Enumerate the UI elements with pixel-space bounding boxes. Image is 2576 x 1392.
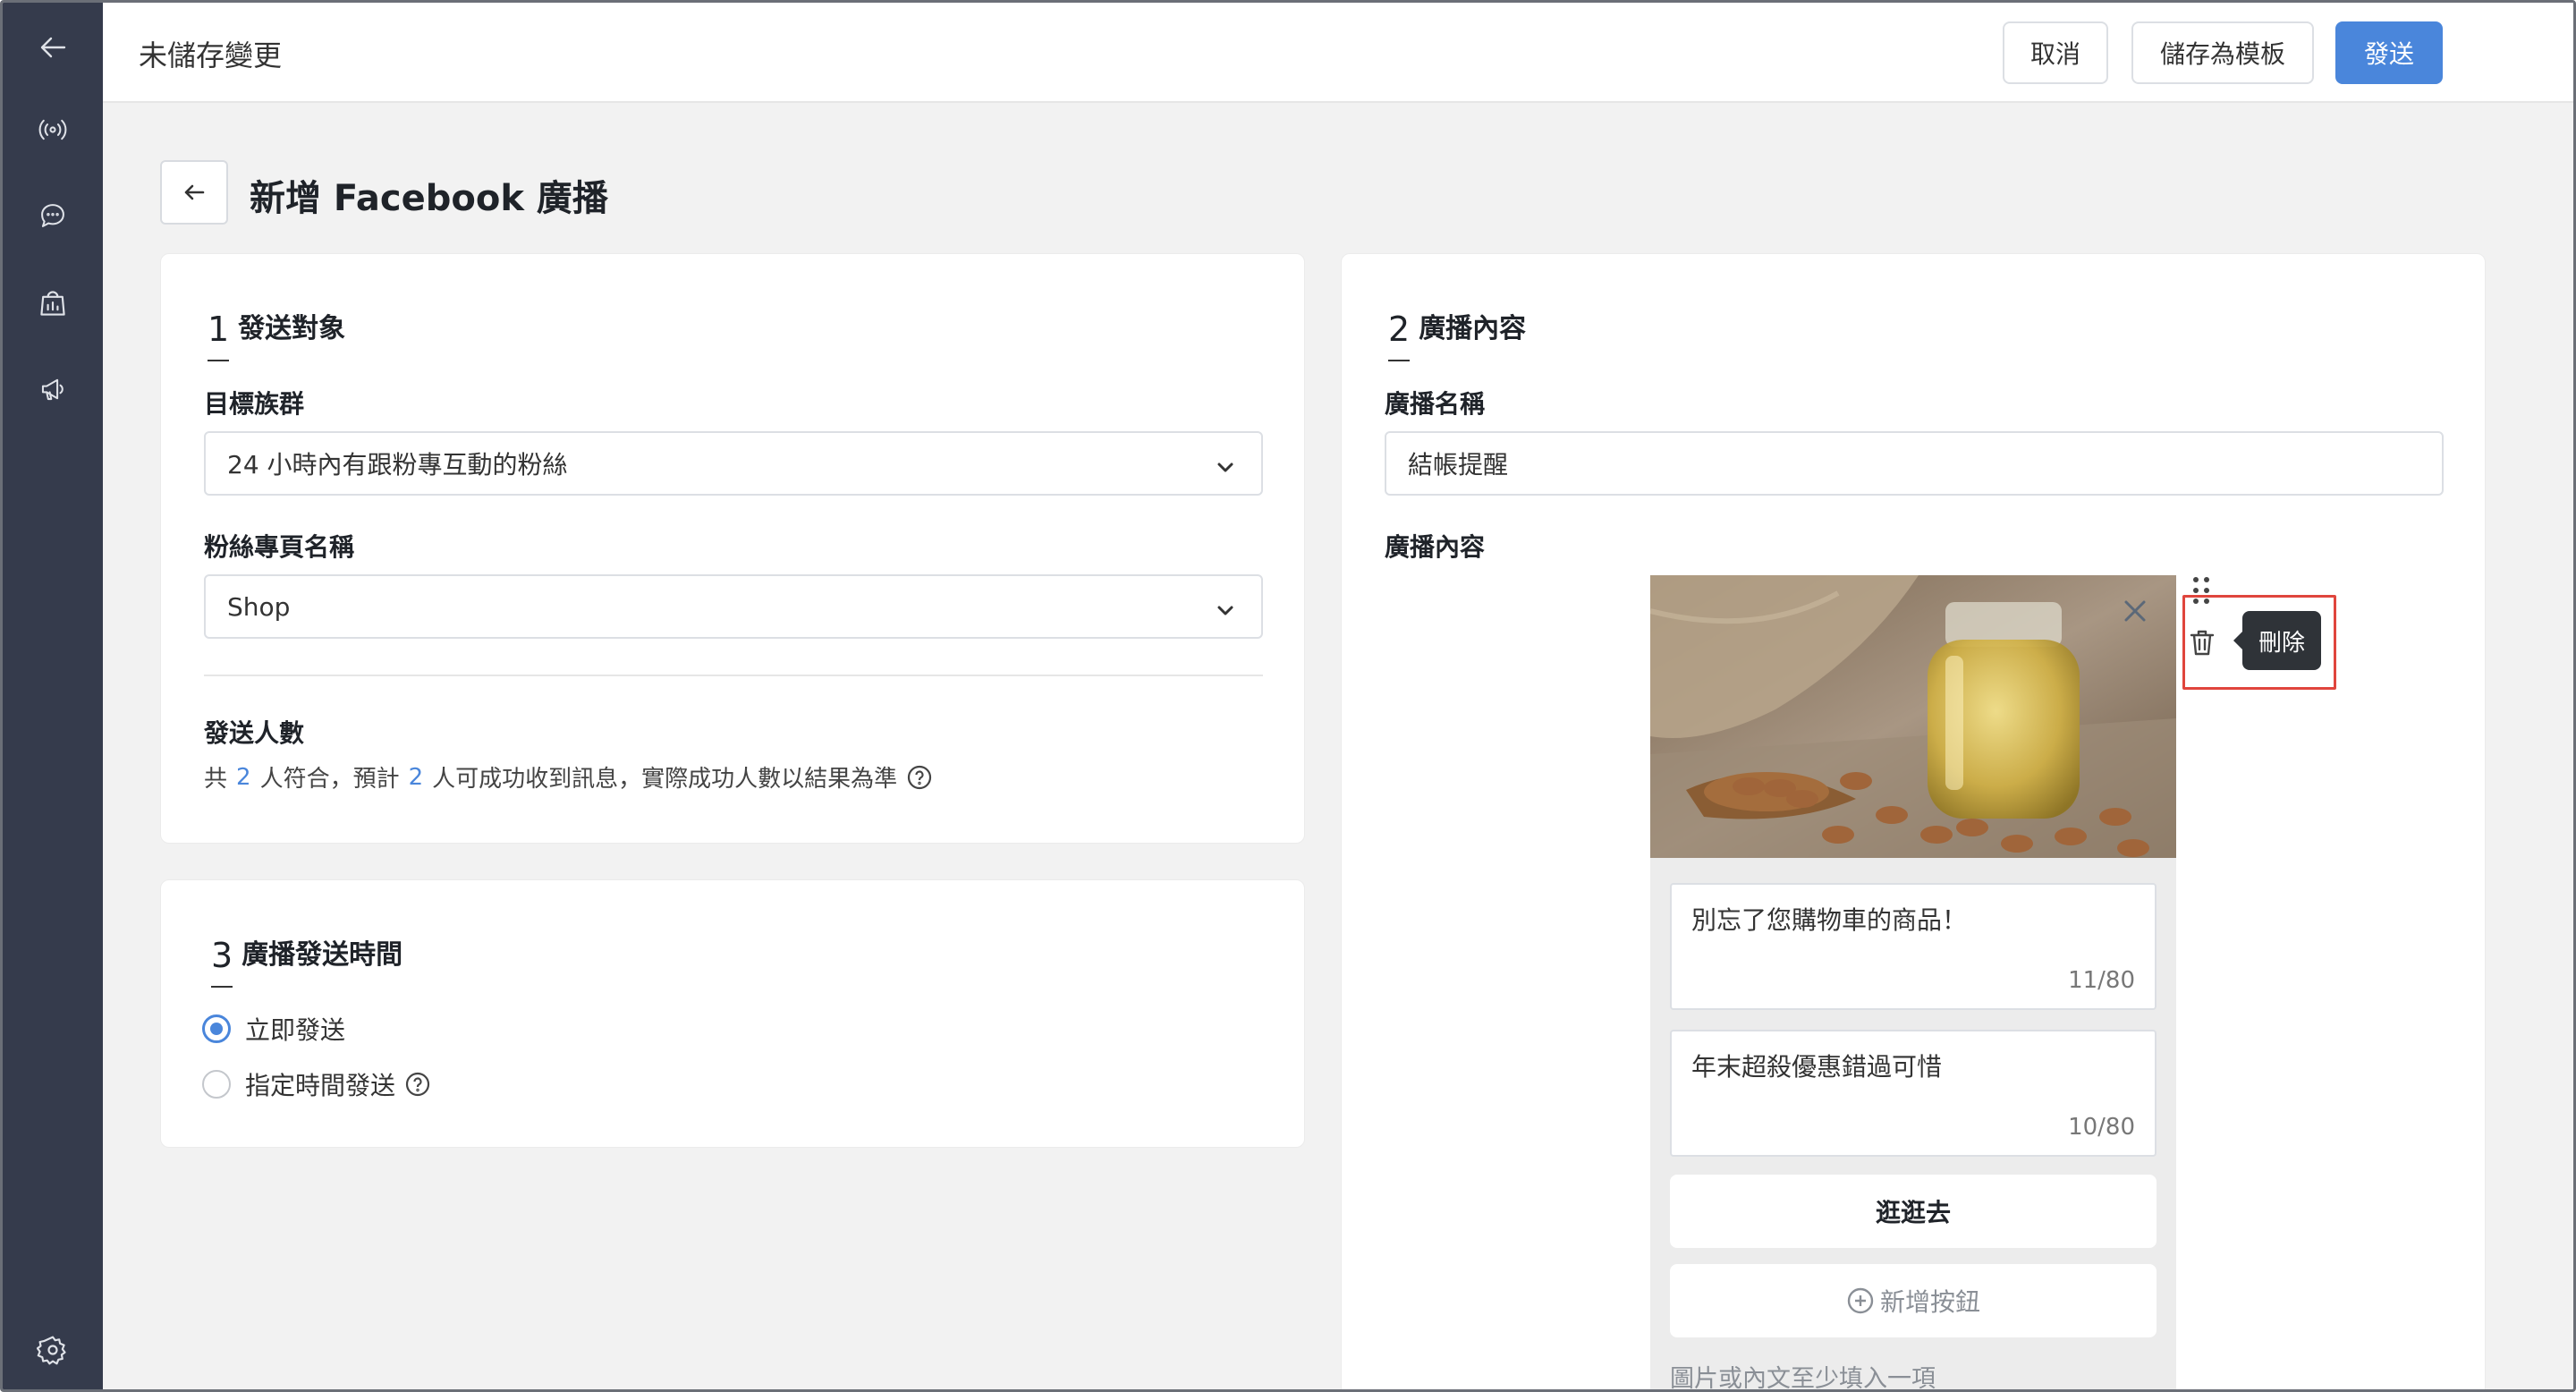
- fan-page-label: 粉絲專頁名稱: [204, 532, 355, 562]
- section-number: 2: [1388, 310, 1411, 361]
- section-title: 廣播內容: [1419, 313, 1527, 344]
- plus-circle-icon: [1847, 1287, 1874, 1314]
- broadcast-name-label: 廣播名稱: [1385, 389, 1486, 419]
- schedule-card: 3 廣播發送時間 立即發送 指定時間發送: [160, 879, 1305, 1148]
- broadcast-content-label: 廣播內容: [1385, 532, 1486, 562]
- add-button[interactable]: 新增按鈕: [1670, 1264, 2157, 1337]
- back-button[interactable]: [160, 160, 228, 225]
- close-icon[interactable]: [2119, 595, 2151, 627]
- message-subtitle-field[interactable]: 年末超殺優惠錯過可惜 10/80: [1670, 1030, 2157, 1157]
- chat-bubble-icon[interactable]: [31, 194, 74, 237]
- message-title-field[interactable]: 別忘了您購物車的商品！ 11/80: [1670, 883, 2157, 1010]
- send-count-text: 共 2 人符合，預計 2 人可成功收到訊息，實際成功人數以結果為準: [204, 760, 933, 794]
- message-subtitle-count: 10/80: [2068, 1114, 2135, 1141]
- radio-send-scheduled[interactable]: 指定時間發送: [202, 1066, 431, 1102]
- chevron-down-icon: [1215, 454, 1236, 476]
- count-mid: 人符合，預計: [259, 766, 400, 793]
- message-title-text: 別忘了您購物車的商品！: [1691, 905, 1968, 935]
- broadcast-name-input[interactable]: 結帳提醒: [1385, 431, 2444, 496]
- section-title: 發送對象: [238, 313, 346, 344]
- count-prefix: 共: [204, 766, 228, 793]
- radio-checked[interactable]: [202, 1014, 231, 1043]
- shop-bag-icon[interactable]: [31, 282, 74, 325]
- message-subtitle-text: 年末超殺優惠錯過可惜: [1691, 1052, 1943, 1082]
- app-window: 未儲存變更 取消 儲存為模板 發送 新增 Facebook 廣播 1 發送對象 …: [0, 0, 2576, 1392]
- gear-icon[interactable]: [31, 1328, 74, 1371]
- sidebar: [3, 3, 103, 1389]
- fan-page-select[interactable]: Shop: [204, 574, 1263, 639]
- trash-icon[interactable]: [2187, 627, 2217, 658]
- section-title: 廣播發送時間: [242, 939, 403, 971]
- cta-button[interactable]: 逛逛去: [1670, 1175, 2157, 1248]
- radio-send-now-label: 立即發送: [245, 1015, 346, 1045]
- expected-count: 2: [408, 763, 424, 791]
- matched-count: 2: [236, 763, 251, 791]
- target-audience-value: 24 小時內有跟粉專互動的粉絲: [227, 450, 568, 480]
- radio-send-now[interactable]: 立即發送: [202, 1011, 345, 1047]
- radio-send-scheduled-label: 指定時間發送: [245, 1071, 396, 1100]
- product-image[interactable]: [1650, 575, 2176, 858]
- back-arrow-icon[interactable]: [31, 26, 74, 69]
- recipients-card: 1 發送對象 目標族群 24 小時內有跟粉專互動的粉絲 粉絲專頁名稱 Shop …: [160, 253, 1305, 844]
- recipients-section-header: 1 發送對象: [208, 306, 346, 361]
- section-number: 1: [208, 310, 230, 361]
- cancel-button[interactable]: 取消: [2003, 21, 2108, 84]
- schedule-section-header: 3 廣播發送時間: [211, 932, 403, 988]
- unsaved-changes-title: 未儲存變更: [139, 38, 283, 72]
- target-audience-label: 目標族群: [204, 389, 305, 419]
- message-title-count: 11/80: [2068, 967, 2135, 994]
- divider: [204, 675, 1263, 676]
- chevron-down-icon: [1215, 598, 1236, 619]
- content-hint: 圖片或內文至少填入一項: [1670, 1365, 1936, 1392]
- message-preview-card: 別忘了您購物車的商品！ 11/80 年末超殺優惠錯過可惜 10/80 逛逛去 新…: [1650, 575, 2176, 1392]
- content-section-header: 2 廣播內容: [1388, 306, 1527, 361]
- send-count-label: 發送人數: [204, 718, 305, 748]
- add-button-label: 新增按鈕: [1879, 1287, 1980, 1317]
- help-circle-icon[interactable]: [906, 764, 933, 791]
- broadcast-signal-icon[interactable]: [31, 108, 74, 151]
- section-number: 3: [211, 936, 233, 988]
- broadcast-name-value: 結帳提醒: [1408, 450, 1509, 480]
- megaphone-icon[interactable]: [31, 368, 74, 411]
- delete-tooltip: 刪除: [2233, 611, 2321, 670]
- arrow-left-icon: [184, 184, 205, 200]
- send-button[interactable]: 發送: [2335, 21, 2443, 84]
- target-audience-select[interactable]: 24 小時內有跟粉專互動的粉絲: [204, 431, 1263, 496]
- fan-page-value: Shop: [227, 591, 291, 622]
- almond-oil-photo: [1650, 575, 2176, 858]
- count-suffix: 人可成功收到訊息，實際成功人數以結果為準: [432, 766, 898, 793]
- radio-unchecked[interactable]: [202, 1070, 231, 1099]
- help-circle-icon[interactable]: [404, 1071, 431, 1098]
- save-as-template-button[interactable]: 儲存為模板: [2131, 21, 2314, 84]
- page-title: 新增 Facebook 廣播: [250, 178, 608, 219]
